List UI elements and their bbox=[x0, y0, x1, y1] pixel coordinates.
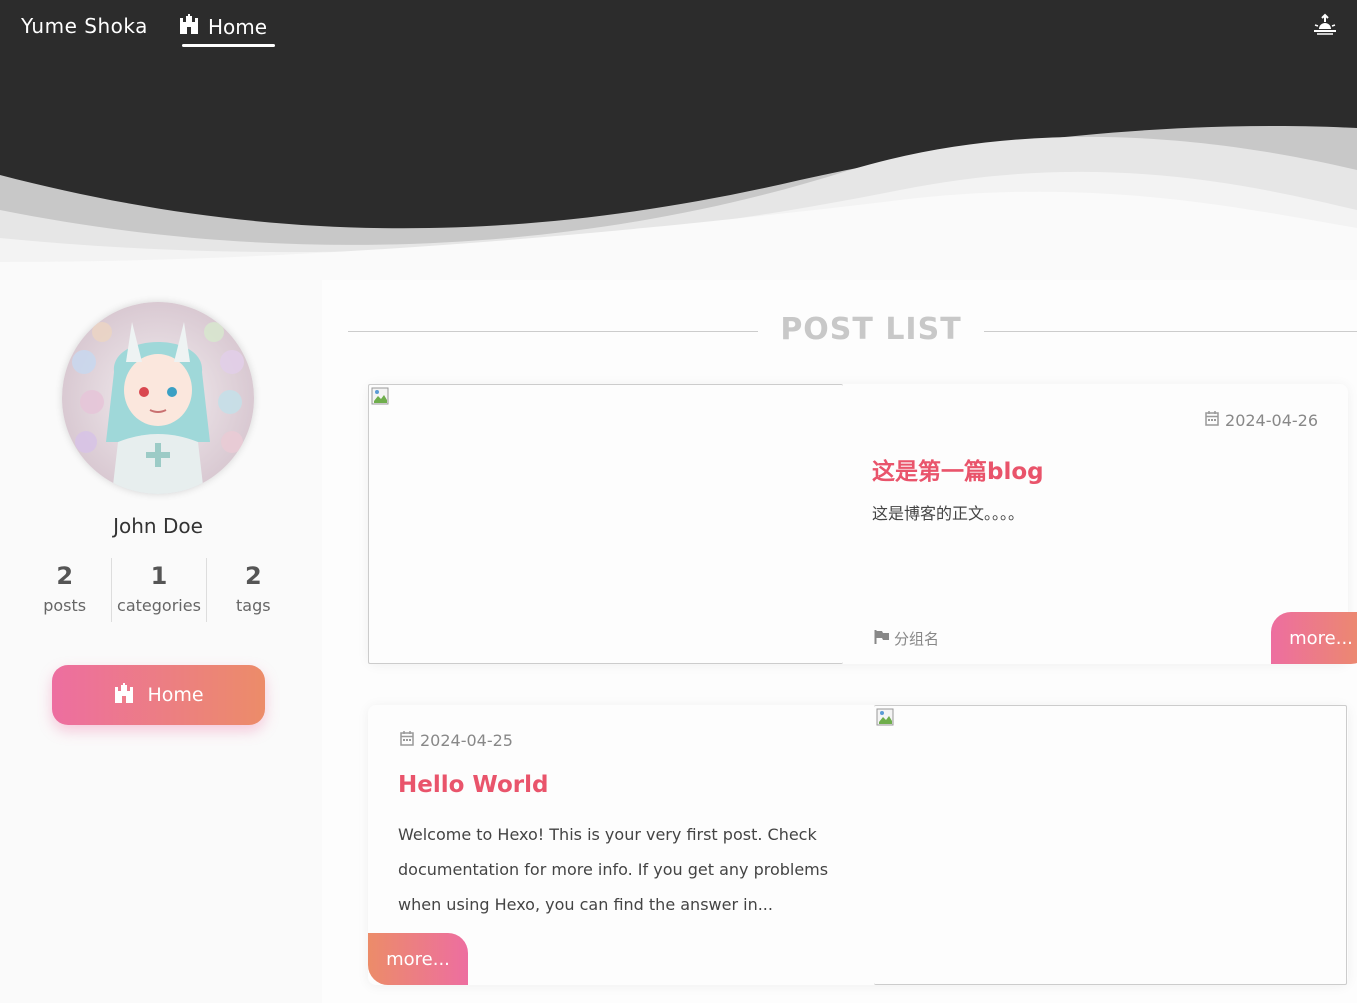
stat-categories-count: 1 bbox=[150, 562, 168, 590]
post-category[interactable]: 分组名 bbox=[874, 628, 939, 649]
broken-image-icon bbox=[371, 387, 391, 411]
author-name: John Doe bbox=[113, 514, 203, 538]
nav-home-label: Home bbox=[208, 14, 268, 39]
stat-categories[interactable]: 1 categories bbox=[111, 558, 205, 622]
post-cover-image[interactable] bbox=[368, 384, 843, 664]
theme-toggle-button[interactable] bbox=[1313, 13, 1337, 39]
post-excerpt: 这是博客的正文。。。。 bbox=[872, 504, 1025, 523]
read-more-button[interactable]: more... bbox=[1271, 612, 1357, 664]
post-list-heading: POST LIST bbox=[348, 312, 1357, 352]
section-title: POST LIST bbox=[780, 312, 962, 347]
stat-tags-count: 2 bbox=[244, 562, 262, 590]
nav-active-underline bbox=[182, 44, 276, 47]
stat-posts-label: posts bbox=[43, 596, 87, 615]
main-content: POST LIST 2024-04-26 这是第一篇blog 这是博客的正文。。… bbox=[322, 280, 1357, 1003]
divider bbox=[348, 331, 758, 332]
post-excerpt: Welcome to Hexo! This is your very first… bbox=[398, 825, 829, 914]
calendar-icon bbox=[1205, 411, 1219, 430]
sidebar: John Doe 2 posts 1 categories 2 tags Hom… bbox=[0, 280, 322, 1003]
broken-image-icon bbox=[876, 708, 896, 732]
stat-tags-label: tags bbox=[236, 596, 271, 615]
post-cover-image[interactable] bbox=[874, 705, 1347, 985]
post-card: 2024-04-26 这是第一篇blog 这是博客的正文。。。。 分组名 mor… bbox=[368, 384, 1357, 664]
post-date: 2024-04-25 bbox=[400, 731, 513, 750]
stat-tags[interactable]: 2 tags bbox=[205, 558, 300, 622]
stat-posts[interactable]: 2 posts bbox=[18, 558, 111, 622]
sunrise-icon bbox=[1313, 13, 1337, 39]
post-date-text: 2024-04-26 bbox=[1225, 411, 1318, 430]
calendar-icon bbox=[400, 731, 414, 750]
post-date: 2024-04-26 bbox=[1205, 411, 1318, 430]
post-card: 2024-04-25 Hello World Welcome to Hexo! … bbox=[368, 705, 1348, 985]
castle-icon bbox=[113, 682, 135, 708]
castle-icon bbox=[178, 14, 200, 39]
site-header: Yume Shoka Home bbox=[0, 0, 1357, 270]
avatar[interactable] bbox=[62, 302, 254, 494]
read-more-button[interactable]: more... bbox=[368, 933, 468, 985]
sidebar-home-button[interactable]: Home bbox=[52, 665, 265, 725]
post-title[interactable]: Hello World bbox=[398, 772, 548, 798]
nav-home-link[interactable]: Home bbox=[178, 14, 276, 47]
post-title[interactable]: 这是第一篇blog bbox=[872, 452, 1044, 486]
sidebar-home-label: Home bbox=[147, 684, 204, 706]
post-category-label: 分组名 bbox=[894, 630, 940, 648]
divider bbox=[984, 331, 1357, 332]
site-brand[interactable]: Yume Shoka bbox=[21, 14, 148, 38]
top-nav: Yume Shoka Home bbox=[0, 0, 1357, 56]
post-date-text: 2024-04-25 bbox=[420, 731, 513, 750]
stat-categories-label: categories bbox=[117, 596, 201, 615]
flag-icon bbox=[874, 629, 890, 648]
site-stats: 2 posts 1 categories 2 tags bbox=[18, 558, 300, 622]
stat-posts-count: 2 bbox=[56, 562, 74, 590]
